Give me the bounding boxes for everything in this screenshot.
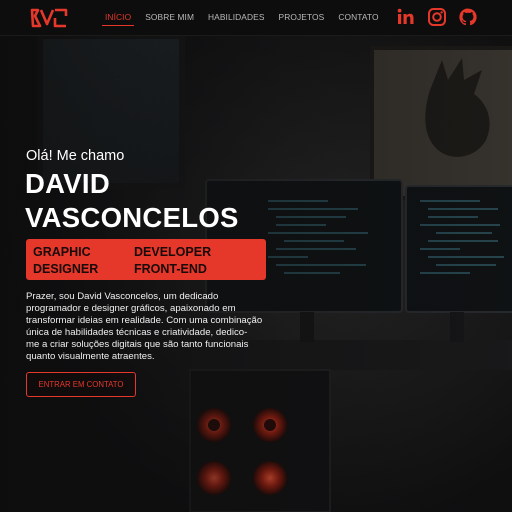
nav-item-contato[interactable]: CONTATO — [331, 0, 385, 36]
nav-item-projetos[interactable]: PROJETOS — [272, 0, 332, 36]
role-graphic-designer: GRAPHIC DESIGNER — [33, 244, 133, 277]
role-graphic-designer-line2: DESIGNER — [33, 261, 99, 276]
role-frontend-developer-line2: FRONT-END — [134, 261, 207, 276]
role-frontend-developer-line1: DEVELOPER — [134, 245, 212, 259]
linkedin-icon[interactable] — [396, 7, 416, 27]
hero-name-first: DAVID — [25, 168, 111, 199]
site-logo[interactable] — [30, 8, 68, 28]
role-graphic-designer-line1: GRAPHIC — [33, 245, 91, 259]
instagram-icon[interactable] — [427, 7, 447, 27]
intro-line: única de habilidades técnicas e criativi… — [26, 326, 248, 338]
main-nav: INÍCIO SOBRE MIM HABILIDADES PROJETOS CO… — [98, 0, 386, 36]
social-links — [396, 7, 478, 27]
nav-item-inicio[interactable]: INÍCIO — [98, 0, 138, 36]
intro-line: transformar ideias em realidade. Com uma… — [26, 314, 263, 326]
site-header: INÍCIO SOBRE MIM HABILIDADES PROJETOS CO… — [0, 0, 512, 36]
roles-banner: GRAPHIC DESIGNER DEVELOPER FRONT-END — [26, 239, 266, 280]
contact-button[interactable]: ENTRAR EM CONTATO — [26, 372, 136, 397]
hero-name: DAVID VASCONCELOS — [25, 167, 285, 235]
nav-item-habilidades[interactable]: HABILIDADES — [201, 0, 272, 36]
hero-greeting: Olá! Me chamo — [26, 148, 125, 164]
intro-line: me a criar soluções digitais que são tan… — [26, 338, 249, 350]
intro-line: quanto visualmente atraentes. — [26, 350, 155, 362]
intro-line: programador e designer gráficos, apaixon… — [26, 302, 236, 314]
intro-line: Prazer, sou David Vasconcelos, um dedica… — [26, 291, 219, 302]
github-icon[interactable] — [458, 7, 478, 27]
hero-name-last: VASCONCELOS — [25, 202, 239, 233]
nav-item-sobre-mim[interactable]: SOBRE MIM — [138, 0, 201, 36]
role-frontend-developer: DEVELOPER FRONT-END — [134, 244, 234, 277]
hero-intro-text: Prazer, sou David Vasconcelos, um dedica… — [26, 291, 292, 362]
